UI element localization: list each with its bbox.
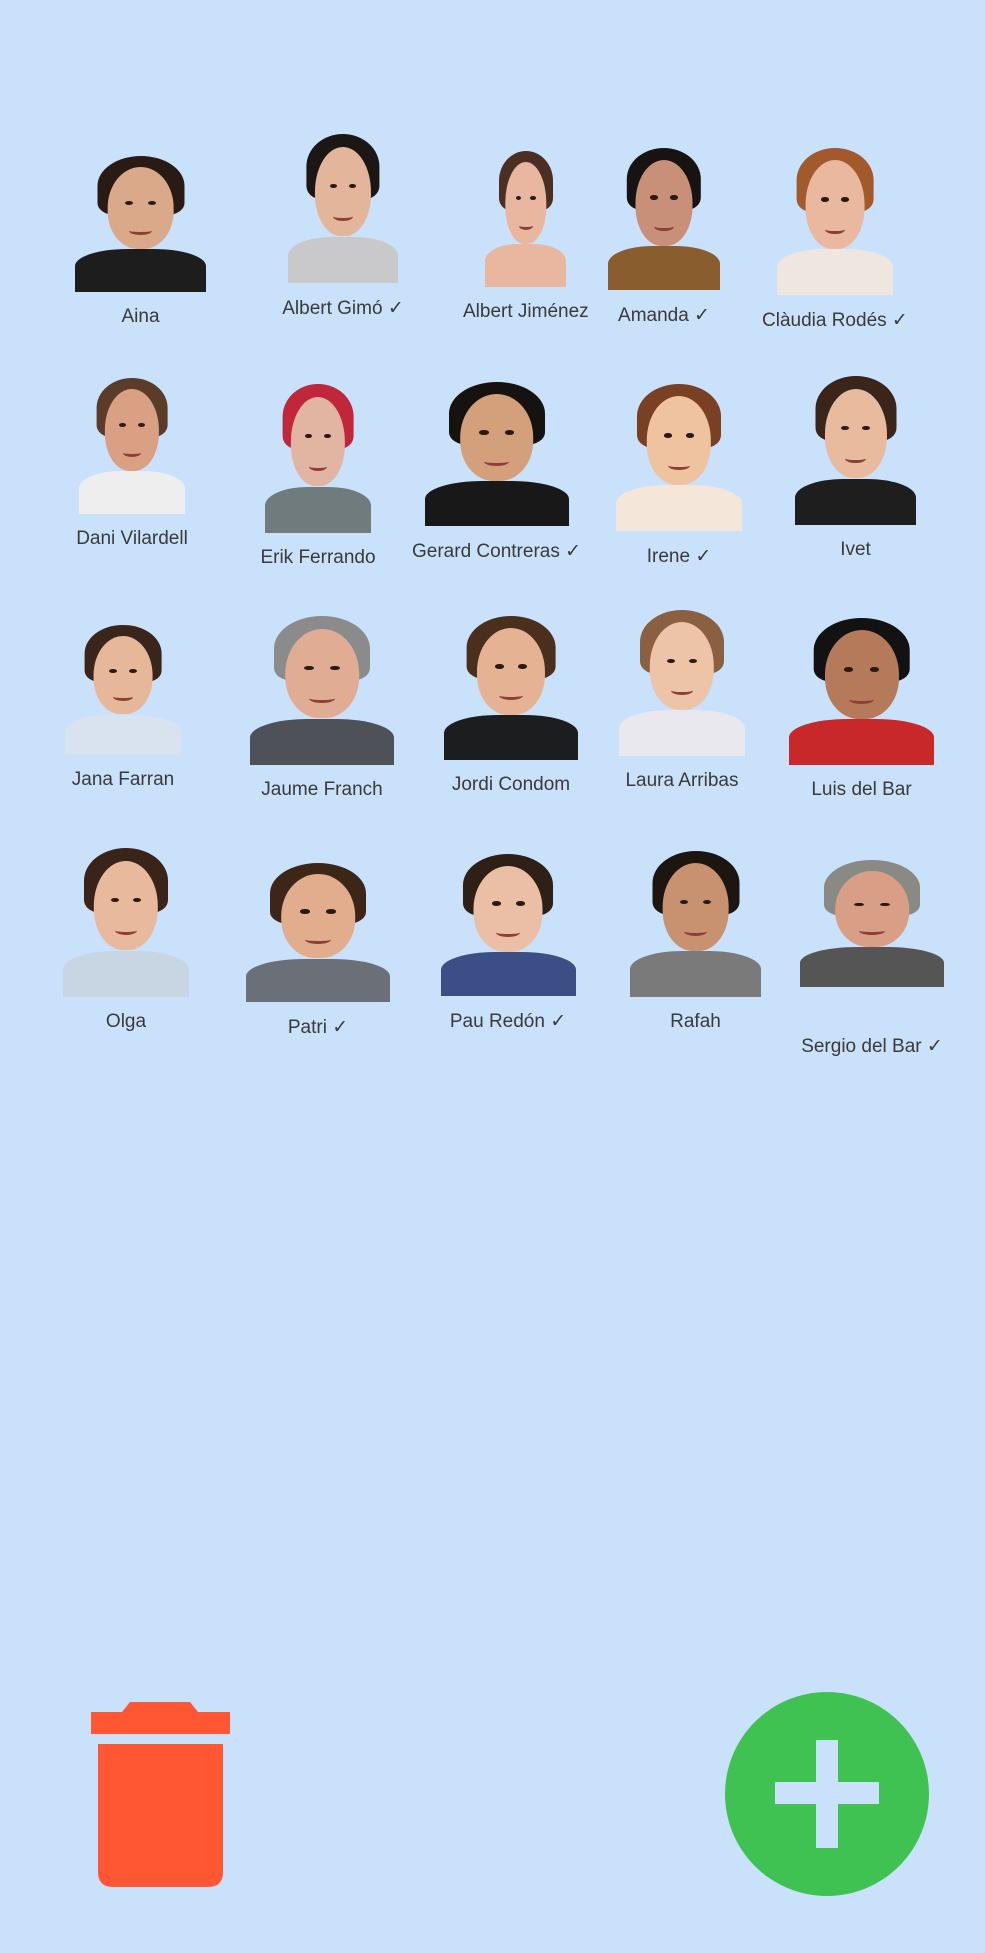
person-card[interactable]: Irene ✓ (609, 378, 749, 568)
person-photo (609, 378, 749, 531)
person-photo (259, 378, 377, 533)
person-photo (788, 370, 923, 525)
person-name: Albert Gimó ✓ (282, 298, 404, 319)
trash-icon (91, 1702, 230, 1887)
person-card[interactable]: Pau Redón ✓ (433, 848, 583, 1033)
person-photo (437, 610, 585, 760)
person-photo (623, 845, 768, 997)
person-name: Pau Redón ✓ (449, 1011, 567, 1032)
person-name: Gerard Contreras ✓ (412, 541, 582, 562)
person-name: Aina (121, 306, 160, 327)
person-photo (480, 145, 571, 287)
person-photo (792, 855, 952, 987)
person-card[interactable]: Jaume Franch (242, 610, 402, 801)
add-button[interactable] (725, 1692, 929, 1896)
person-card[interactable]: Erik Ferrando (259, 378, 377, 569)
person-photo (602, 142, 726, 290)
person-photo (612, 604, 752, 756)
person-name: Sergio del Bar ✓ (801, 1036, 943, 1057)
person-card[interactable]: Clàudia Rodés ✓ (762, 142, 908, 332)
person-name: Jordi Condom (451, 774, 571, 795)
person-photo (433, 848, 583, 996)
person-name: Clàudia Rodés ✓ (762, 310, 908, 331)
person-photo (282, 128, 404, 283)
person-photo (73, 372, 191, 514)
person-photo (781, 612, 942, 765)
person-name: Jana Farran (71, 769, 175, 790)
person-card[interactable]: Rafah (623, 845, 768, 1033)
person-name: Luis del Bar (811, 779, 912, 800)
person-card[interactable]: Luis del Bar (781, 612, 942, 801)
person-name: Laura Arribas (625, 770, 739, 791)
person-card[interactable]: Gerard Contreras ✓ (412, 376, 581, 563)
person-name: Irene ✓ (646, 546, 712, 567)
person-photo (238, 857, 398, 1002)
person-name: Patri ✓ (287, 1017, 349, 1038)
person-photo (59, 620, 187, 755)
person-card[interactable]: Ivet (788, 370, 923, 561)
person-card[interactable]: Albert Jiménez (463, 145, 589, 323)
person-card[interactable]: Sergio del Bar ✓ (792, 855, 952, 1058)
delete-button[interactable] (88, 1702, 233, 1887)
person-card[interactable]: Jordi Condom (437, 610, 585, 796)
person-card[interactable]: Laura Arribas (612, 604, 752, 792)
person-card[interactable]: Albert Gimó ✓ (282, 128, 404, 320)
person-name: Rafah (670, 1011, 721, 1032)
person-card[interactable]: Amanda ✓ (602, 142, 726, 327)
person-photo (770, 142, 899, 295)
person-card[interactable]: Aina (68, 150, 213, 328)
person-photo (56, 842, 196, 997)
person-name: Ivet (840, 539, 871, 560)
person-name: Amanda ✓ (618, 305, 710, 326)
person-photo (416, 376, 577, 526)
person-card[interactable]: Patri ✓ (238, 857, 398, 1039)
person-photo (68, 150, 213, 292)
person-card[interactable]: Dani Vilardell (73, 372, 191, 550)
person-card[interactable]: Olga (56, 842, 196, 1033)
person-card[interactable]: Jana Farran (59, 620, 187, 791)
person-name: Albert Jiménez (463, 301, 589, 322)
person-name: Jaume Franch (261, 779, 383, 800)
person-name: Erik Ferrando (260, 547, 376, 568)
person-name: Olga (105, 1011, 147, 1032)
person-name: Dani Vilardell (76, 528, 188, 549)
person-photo (242, 610, 402, 765)
